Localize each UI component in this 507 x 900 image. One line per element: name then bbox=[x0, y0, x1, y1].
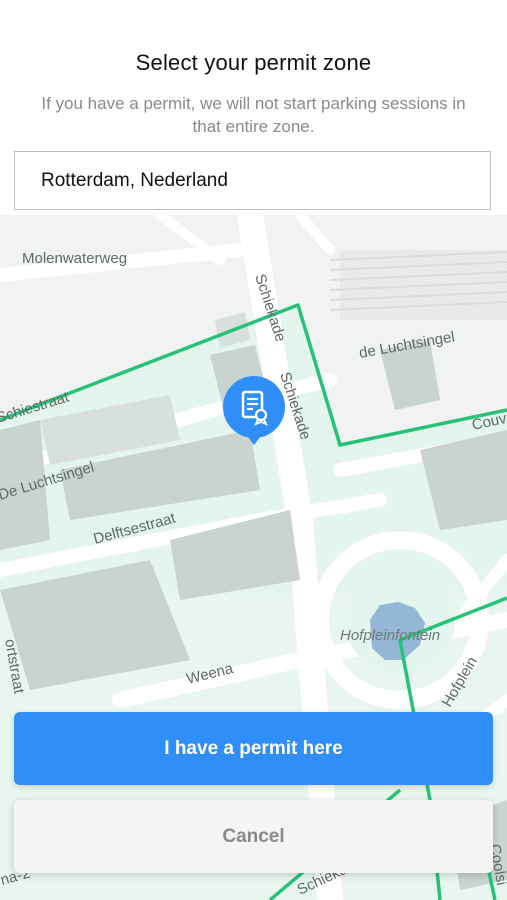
header: Select your permit zone If you have a pe… bbox=[0, 0, 507, 215]
street-label-molenwaterweg: Molenwaterweg bbox=[22, 250, 127, 267]
map-canvas[interactable]: Molenwaterweg Schiekade Schiekade de Luc… bbox=[0, 215, 507, 900]
cancel-button[interactable]: Cancel bbox=[14, 800, 493, 873]
location-search-input[interactable]: Rotterdam, Nederland bbox=[14, 151, 491, 210]
have-permit-button[interactable]: I have a permit here bbox=[14, 712, 493, 785]
page-title: Select your permit zone bbox=[135, 50, 372, 75]
page-subtitle: If you have a permit, we will not start … bbox=[41, 94, 466, 136]
location-search-value[interactable]: Rotterdam, Nederland bbox=[41, 170, 228, 192]
permit-zone-pin[interactable] bbox=[221, 375, 287, 445]
map-view[interactable]: Molenwaterweg Schiekade Schiekade de Luc… bbox=[0, 215, 507, 900]
permit-document-icon bbox=[223, 376, 285, 445]
street-label-hofpleinfontein: Hofpleinfontein bbox=[340, 627, 440, 644]
